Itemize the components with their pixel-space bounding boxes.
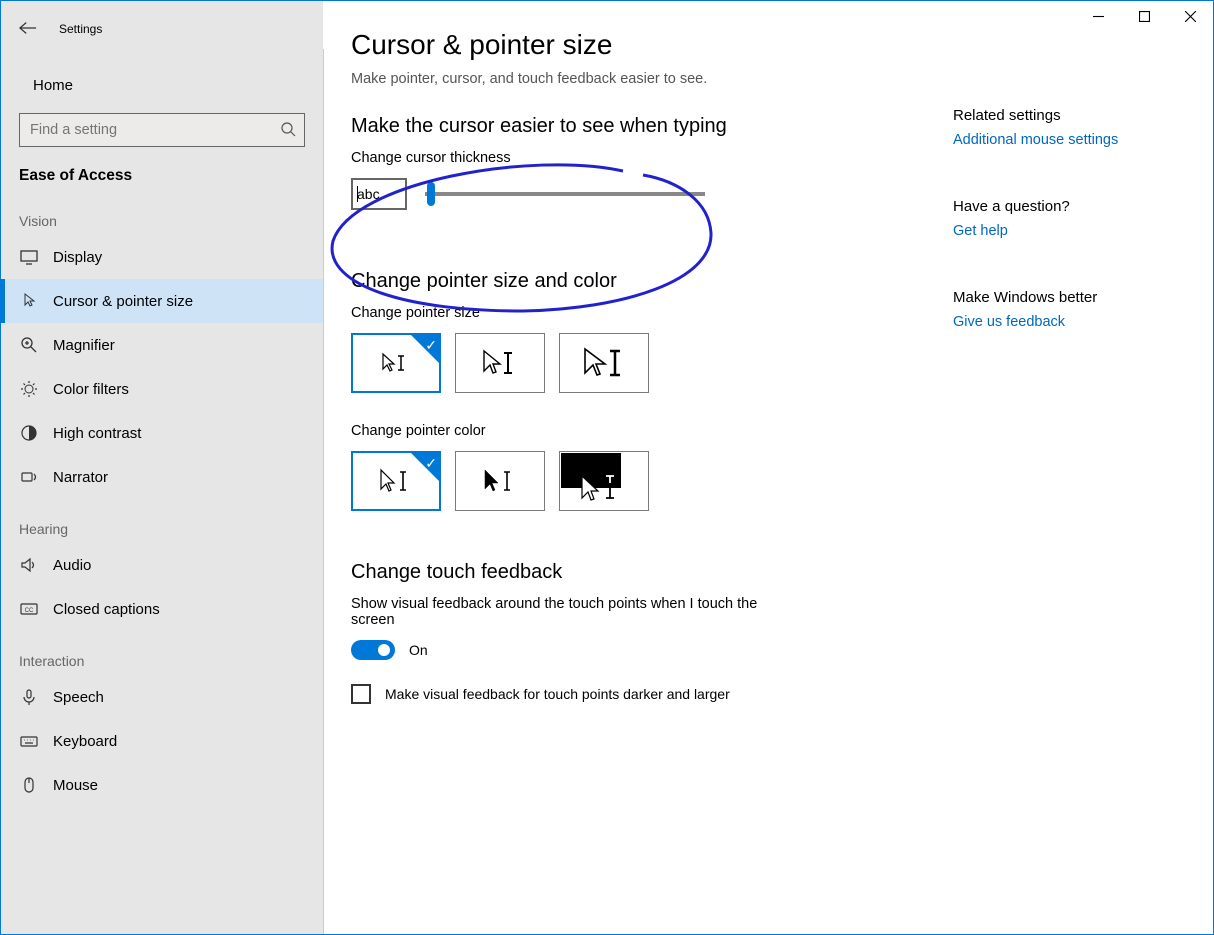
sidebar-item-audio[interactable]: Audio	[1, 543, 323, 587]
sidebar-item-high-contrast[interactable]: High contrast	[1, 411, 323, 455]
question-heading: Have a question?	[953, 198, 1195, 215]
sidebar-item-display[interactable]: Display	[1, 235, 323, 279]
check-icon: ✓	[425, 337, 437, 354]
pointer-color-options: ✓	[351, 451, 913, 511]
sidebar-item-label: Narrator	[53, 469, 108, 486]
maximize-button[interactable]	[1121, 1, 1167, 31]
user-annotation-circle	[323, 141, 733, 331]
check-icon: ✓	[425, 455, 437, 472]
search-field[interactable]	[28, 121, 280, 139]
content: Cursor & pointer size Make pointer, curs…	[323, 1, 953, 934]
cursor-pointer-icon	[19, 291, 39, 311]
slider-thumb[interactable]	[427, 182, 435, 206]
keyboard-icon	[19, 731, 39, 751]
give-feedback-link[interactable]: Give us feedback	[953, 314, 1195, 330]
sidebar-item-keyboard[interactable]: Keyboard	[1, 719, 323, 763]
app-title: Settings	[57, 22, 102, 36]
sidebar-item-label: Magnifier	[53, 337, 115, 354]
magnifier-icon	[19, 335, 39, 355]
pointer-size-large[interactable]	[559, 333, 649, 393]
better-heading: Make Windows better	[953, 289, 1195, 306]
sidebar-heading-interaction: Interaction	[1, 631, 323, 675]
touch-desc: Show visual feedback around the touch po…	[351, 596, 781, 628]
search-input[interactable]	[19, 113, 305, 147]
sidebar-group-title: Ease of Access	[1, 147, 323, 191]
sidebar-home[interactable]: Home	[1, 63, 323, 107]
additional-mouse-settings-link[interactable]: Additional mouse settings	[953, 132, 1195, 148]
touch-feedback-toggle[interactable]	[351, 640, 395, 660]
svg-text:CC: CC	[25, 608, 34, 614]
back-button[interactable]	[19, 21, 37, 38]
pointer-color-black[interactable]	[455, 451, 545, 511]
sidebar-item-closed-captions[interactable]: CC Closed captions	[1, 587, 323, 631]
main: Cursor & pointer size Make pointer, curs…	[323, 1, 1213, 934]
sidebar-item-label: Closed captions	[53, 601, 160, 618]
color-filters-icon	[19, 379, 39, 399]
window-controls	[1075, 1, 1213, 31]
high-contrast-icon	[19, 423, 39, 443]
sidebar-item-cursor-pointer[interactable]: Cursor & pointer size	[1, 279, 323, 323]
pointer-size-options: ✓	[351, 333, 913, 393]
sidebar-item-label: Speech	[53, 689, 104, 706]
sidebar-item-mouse[interactable]: Mouse	[1, 763, 323, 807]
pointer-size-label: Change pointer size	[351, 305, 913, 321]
cursor-section-heading: Make the cursor easier to see when typin…	[351, 115, 913, 138]
sidebar-item-label: Mouse	[53, 777, 98, 794]
pointer-size-medium[interactable]	[455, 333, 545, 393]
touch-section-heading: Change touch feedback	[351, 561, 913, 584]
closed-captions-icon: CC	[19, 599, 39, 619]
thickness-preview: abc	[351, 178, 407, 210]
sidebar-item-magnifier[interactable]: Magnifier	[1, 323, 323, 367]
sidebar-heading-hearing: Hearing	[1, 499, 323, 543]
sidebar: Settings Home Ease of Access Vision Disp…	[1, 1, 323, 934]
related-heading: Related settings	[953, 107, 1195, 124]
minimize-button[interactable]	[1075, 1, 1121, 31]
pointer-section-heading: Change pointer size and color	[351, 270, 913, 293]
sidebar-item-label: High contrast	[53, 425, 141, 442]
sidebar-item-color-filters[interactable]: Color filters	[1, 367, 323, 411]
sidebar-home-label: Home	[33, 77, 73, 94]
page-title: Cursor & pointer size	[351, 29, 913, 61]
pointer-color-label: Change pointer color	[351, 423, 913, 439]
touch-feedback-state: On	[409, 642, 428, 658]
speech-icon	[19, 687, 39, 707]
page-intro: Make pointer, cursor, and touch feedback…	[351, 71, 913, 87]
thickness-slider[interactable]	[425, 192, 705, 196]
sidebar-item-label: Color filters	[53, 381, 129, 398]
sidebar-item-narrator[interactable]: Narrator	[1, 455, 323, 499]
sidebar-heading-vision: Vision	[1, 191, 323, 235]
touch-darker-label: Make visual feedback for touch points da…	[385, 686, 730, 702]
sidebar-item-speech[interactable]: Speech	[1, 675, 323, 719]
pointer-color-inverted[interactable]	[559, 451, 649, 511]
audio-icon	[19, 555, 39, 575]
search-icon	[280, 121, 296, 140]
display-icon	[19, 247, 39, 267]
close-button[interactable]	[1167, 1, 1213, 31]
narrator-icon	[19, 467, 39, 487]
sidebar-item-label: Display	[53, 249, 102, 266]
mouse-icon	[19, 775, 39, 795]
thickness-label: Change cursor thickness	[351, 150, 913, 166]
related-pane: Related settings Additional mouse settin…	[953, 1, 1213, 934]
pointer-color-white[interactable]: ✓	[351, 451, 441, 511]
get-help-link[interactable]: Get help	[953, 223, 1195, 239]
pointer-size-small[interactable]: ✓	[351, 333, 441, 393]
sidebar-item-label: Cursor & pointer size	[53, 293, 193, 310]
sidebar-item-label: Audio	[53, 557, 91, 574]
sidebar-item-label: Keyboard	[53, 733, 117, 750]
touch-darker-checkbox[interactable]	[351, 684, 371, 704]
